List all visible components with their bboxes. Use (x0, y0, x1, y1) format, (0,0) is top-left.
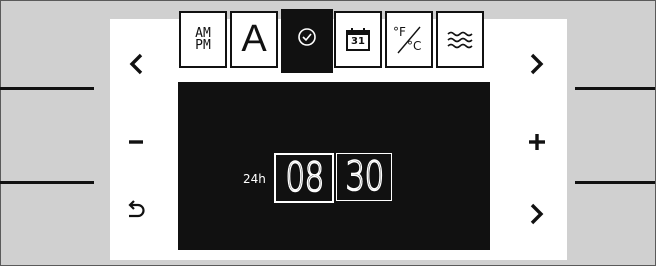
temperature-unit-icon: °F °C (392, 23, 426, 57)
calendar-day-label: 31 (351, 36, 365, 47)
chevron-right-icon (530, 53, 544, 75)
plus-icon (529, 134, 545, 150)
left-divider-top (0, 87, 94, 90)
am-pm-icon: AM PM (195, 27, 211, 53)
menu-prev-button[interactable] (118, 46, 154, 82)
display-screen (178, 82, 490, 250)
chevron-right-icon (530, 203, 544, 225)
tab-clock[interactable] (281, 9, 333, 73)
next-field-button[interactable] (519, 196, 555, 232)
chevron-left-icon (129, 53, 143, 75)
minutes-value: 30 (344, 153, 384, 201)
minutes-field[interactable]: 30 (336, 153, 392, 201)
tab-calendar[interactable]: 31 (334, 11, 382, 68)
menu-next-button[interactable] (519, 46, 555, 82)
right-divider-top (575, 87, 655, 90)
steam-icon (447, 31, 473, 48)
time-format-label: 24h (243, 172, 266, 186)
back-button[interactable] (118, 193, 154, 229)
tab-temperature-unit[interactable]: °F °C (385, 11, 433, 68)
pm-label: PM (195, 37, 211, 53)
hours-value: 08 (284, 154, 324, 202)
tab-steam[interactable] (436, 11, 484, 68)
back-arrow-icon (128, 200, 145, 218)
increase-button[interactable] (519, 124, 555, 160)
right-divider-bottom (575, 181, 655, 184)
clock-icon (298, 28, 316, 46)
auto-icon: A (241, 18, 267, 60)
minus-icon (129, 140, 143, 144)
left-divider-bottom (0, 181, 94, 184)
tab-am-pm[interactable]: AM PM (179, 11, 227, 68)
celsius-label: °C (407, 38, 422, 53)
hours-field[interactable]: 08 (274, 153, 334, 203)
decrease-button[interactable] (118, 124, 154, 160)
tab-auto[interactable]: A (230, 11, 278, 68)
